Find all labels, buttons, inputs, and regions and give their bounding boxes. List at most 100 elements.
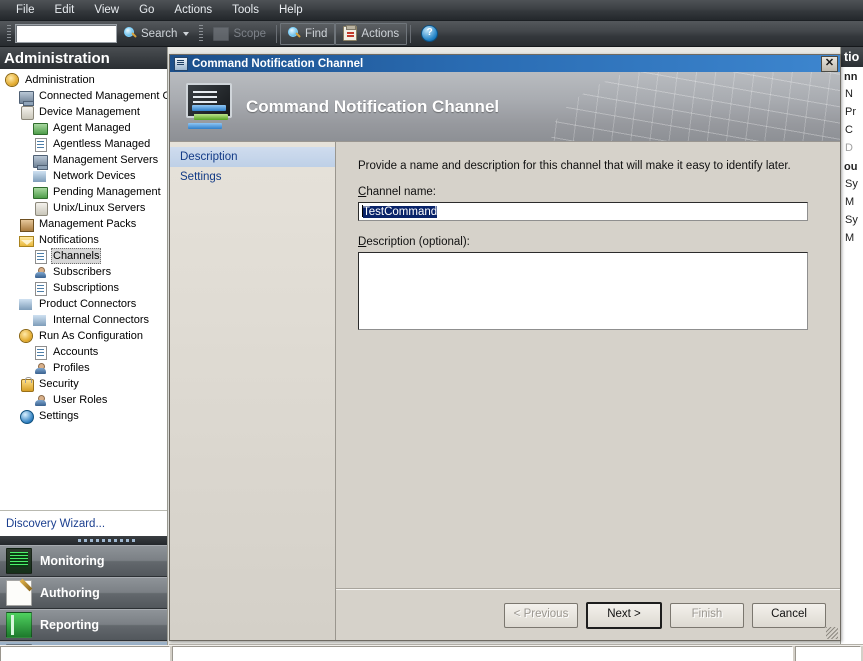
workspace-button-reporting[interactable]: Reporting bbox=[0, 609, 167, 641]
menu-item-help[interactable]: Help bbox=[269, 2, 313, 18]
toolbar-grip-2[interactable] bbox=[199, 24, 204, 43]
actions-pane-heading-2: ou bbox=[844, 161, 858, 173]
command-notification-channel-dialog: Command Notification Channel ✕ Command N… bbox=[169, 54, 841, 641]
find-button[interactable]: Find bbox=[280, 22, 336, 45]
monitoring-icon bbox=[6, 548, 32, 574]
tree-item-settings[interactable]: Settings bbox=[0, 408, 167, 424]
tree-item-notifications[interactable]: Notifications bbox=[0, 232, 167, 248]
discovery-wizard-link[interactable]: Discovery Wizard... bbox=[6, 518, 105, 530]
actions-pane-item[interactable]: Pr bbox=[841, 103, 863, 121]
scope-button[interactable]: Scope bbox=[206, 24, 273, 44]
tree-item-profiles[interactable]: Profiles bbox=[0, 360, 167, 376]
management-servers-icon bbox=[32, 153, 48, 170]
connected-group-icon bbox=[18, 89, 34, 106]
security-lock-icon bbox=[18, 377, 34, 392]
tree-item-security[interactable]: Security bbox=[0, 376, 167, 392]
tree-item-label: Security bbox=[39, 378, 79, 390]
actions-pane-item[interactable]: D bbox=[841, 139, 863, 157]
tree-item-subscriptions[interactable]: Subscriptions bbox=[0, 280, 167, 296]
tree-item-label: Accounts bbox=[53, 346, 99, 358]
dialog-main-panel: Provide a name and description for this … bbox=[336, 142, 840, 640]
tree-item-internal-connectors[interactable]: Internal Connectors bbox=[0, 312, 167, 328]
tree-item-channels[interactable]: Channels bbox=[0, 248, 167, 264]
tree-item-user-roles[interactable]: User Roles bbox=[0, 392, 167, 408]
toolbar-grip[interactable] bbox=[7, 24, 11, 43]
settings-globe-icon bbox=[18, 409, 34, 424]
actions-button[interactable]: Actions bbox=[335, 22, 408, 45]
close-icon[interactable]: ✕ bbox=[821, 55, 838, 72]
tree-item-label: Unix/Linux Servers bbox=[53, 202, 146, 214]
tree-item-administration[interactable]: Administration bbox=[0, 72, 167, 88]
workspace-button-authoring[interactable]: Authoring bbox=[0, 577, 167, 609]
tree-item-agentless-managed[interactable]: Agentless Managed bbox=[0, 136, 167, 152]
menu-item-tools[interactable]: Tools bbox=[222, 2, 269, 18]
tree-item-label: Agent Managed bbox=[53, 122, 131, 134]
workspace-button-monitoring[interactable]: Monitoring bbox=[0, 545, 167, 577]
cancel-button[interactable]: Cancel bbox=[752, 602, 826, 628]
tree-item-subscribers[interactable]: Subscribers bbox=[0, 264, 167, 280]
description-textarea[interactable] bbox=[358, 252, 808, 330]
banner-grid-decoration bbox=[542, 72, 840, 141]
tree-item-connected-management-gr[interactable]: Connected Management Gr bbox=[0, 88, 167, 106]
help-button[interactable]: ? bbox=[414, 24, 445, 44]
tree-item-label: Channels bbox=[51, 248, 102, 264]
next-button[interactable]: Next > bbox=[586, 601, 662, 629]
actions-pane-item[interactable]: C bbox=[841, 121, 863, 139]
tree-item-label: Management Packs bbox=[39, 218, 137, 230]
tree-item-label: Subscribers bbox=[53, 266, 112, 278]
find-label: Find bbox=[305, 27, 328, 40]
tree-item-label: Internal Connectors bbox=[53, 314, 149, 326]
administration-tree[interactable]: Administration Connected Management Gr Dev… bbox=[0, 69, 167, 510]
actions-pane-item[interactable]: Sy bbox=[841, 211, 863, 229]
menu-item-file[interactable]: File bbox=[6, 2, 45, 18]
tree-item-label: User Roles bbox=[53, 394, 108, 406]
actions-pane-item[interactable]: M bbox=[841, 229, 863, 247]
run-as-configuration-icon bbox=[18, 329, 34, 343]
internal-connectors-icon bbox=[32, 313, 48, 327]
tree-item-unix-linux-servers[interactable]: Unix/Linux Servers bbox=[0, 200, 167, 216]
actions-pane-item[interactable]: M bbox=[841, 193, 863, 211]
tree-item-run-as-configuration[interactable]: Run As Configuration bbox=[0, 328, 167, 344]
scope-label: Scope bbox=[233, 27, 267, 40]
search-input[interactable] bbox=[15, 24, 117, 43]
channels-icon bbox=[32, 249, 48, 264]
menu-item-actions[interactable]: Actions bbox=[164, 2, 222, 18]
menu-item-edit[interactable]: Edit bbox=[45, 2, 85, 18]
tree-item-accounts[interactable]: Accounts bbox=[0, 344, 167, 360]
chevron-down-icon[interactable] bbox=[183, 31, 190, 36]
pane-splitter[interactable] bbox=[0, 536, 167, 545]
actions-pane-item[interactable]: N bbox=[841, 85, 863, 103]
dialog-title-bar[interactable]: Command Notification Channel ✕ bbox=[170, 55, 840, 72]
dialog-step-description[interactable]: Description bbox=[170, 147, 335, 167]
menu-item-go[interactable]: Go bbox=[129, 2, 164, 18]
tree-item-device-management[interactable]: Device Management bbox=[0, 104, 167, 120]
tree-item-agent-managed[interactable]: Agent Managed bbox=[0, 120, 167, 136]
actions-pane-item[interactable]: Sy bbox=[841, 175, 863, 193]
subscriptions-icon bbox=[32, 281, 48, 296]
search-button[interactable]: Search bbox=[117, 24, 196, 44]
tree-item-management-packs[interactable]: Management Packs bbox=[0, 216, 167, 232]
toolbar-separator-2 bbox=[410, 24, 412, 43]
scope-icon bbox=[213, 26, 230, 41]
tree-item-product-connectors[interactable]: Product Connectors bbox=[0, 296, 167, 312]
user-roles-icon bbox=[32, 393, 48, 407]
tree-item-pending-management[interactable]: Pending Management bbox=[0, 184, 167, 200]
resize-grip-icon[interactable] bbox=[826, 627, 838, 639]
status-cell-2 bbox=[171, 646, 794, 661]
description-label: Description (optional): bbox=[358, 236, 470, 248]
menu-item-view[interactable]: View bbox=[84, 2, 129, 18]
application-window: File Edit View Go Actions Tools Help Search Sc… bbox=[0, 0, 863, 661]
channel-name-label: Channel name: bbox=[358, 186, 436, 198]
channel-name-input[interactable]: TestCommand bbox=[358, 202, 808, 221]
splitter-grip-icon bbox=[78, 539, 138, 542]
tree-item-network-devices[interactable]: Network Devices bbox=[0, 168, 167, 184]
finish-button: Finish bbox=[670, 602, 744, 628]
tree-item-management-servers[interactable]: Management Servers bbox=[0, 152, 167, 170]
authoring-icon bbox=[6, 580, 32, 606]
dialog-step-settings[interactable]: Settings bbox=[170, 167, 335, 187]
previous-button: < Previous bbox=[504, 602, 578, 628]
dialog-banner: Command Notification Channel bbox=[170, 72, 840, 142]
accounts-icon bbox=[32, 345, 48, 360]
product-connectors-icon bbox=[18, 297, 34, 311]
tree-item-label: Product Connectors bbox=[39, 298, 137, 310]
